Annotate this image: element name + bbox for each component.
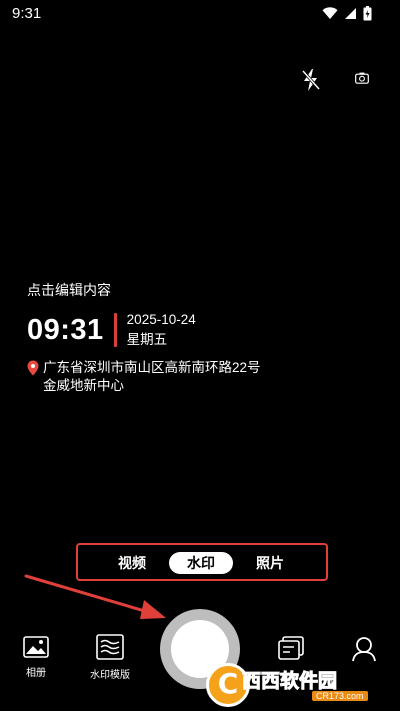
album-button[interactable]: 相册 bbox=[16, 636, 56, 679]
annotation-arrow-icon bbox=[24, 574, 166, 619]
address-text: 广东省深圳市南山区高新南环路22号 金威地新中心 bbox=[43, 359, 261, 395]
flash-off-icon[interactable] bbox=[300, 68, 322, 92]
edit-hint[interactable]: 点击编辑内容 bbox=[27, 280, 327, 300]
watermark-overlay[interactable]: 点击编辑内容 09:31 2025-10-24 星期五 广东省深圳市南山区高新南… bbox=[27, 280, 327, 395]
album-icon bbox=[23, 636, 49, 658]
profile-icon bbox=[352, 637, 376, 662]
camera-switch-icon[interactable] bbox=[355, 72, 369, 84]
watermark-time: 09:31 bbox=[27, 314, 104, 346]
site-watermark: C 西西软件园 CR173.com bbox=[206, 663, 392, 707]
watermark-weekday: 星期五 bbox=[126, 332, 168, 347]
template-label: 水印模版 bbox=[90, 670, 130, 681]
site-name: 西西软件园 bbox=[241, 670, 338, 693]
watermark-divider bbox=[113, 313, 117, 347]
battery-icon bbox=[363, 6, 372, 21]
album-label: 相册 bbox=[26, 668, 46, 679]
status-icons bbox=[322, 6, 372, 21]
watermark-date: 2025-10-24 bbox=[126, 312, 196, 327]
tab-watermark[interactable]: 水印 bbox=[169, 552, 233, 574]
template-button[interactable]: 水印模版 bbox=[82, 634, 138, 681]
address-line-1: 广东省深圳市南山区高新南环路22号 bbox=[43, 360, 261, 375]
watermark-date-col: 2025-10-24 星期五 bbox=[127, 310, 196, 350]
watermark-time-row: 09:31 2025-10-24 星期五 bbox=[27, 310, 327, 350]
copy-edit-icon bbox=[278, 636, 304, 660]
signal-icon bbox=[345, 8, 356, 19]
status-bar: 9:31 bbox=[0, 0, 400, 28]
wifi-icon bbox=[322, 7, 338, 19]
template-icon bbox=[96, 634, 124, 660]
tab-photo[interactable]: 照片 bbox=[244, 552, 296, 574]
address-line-2: 金威地新中心 bbox=[43, 378, 124, 393]
status-time: 9:31 bbox=[12, 5, 42, 22]
watermark-address: 广东省深圳市南山区高新南环路22号 金威地新中心 bbox=[27, 359, 327, 395]
location-pin-icon bbox=[27, 360, 39, 376]
site-url: CR173.com bbox=[312, 691, 368, 701]
